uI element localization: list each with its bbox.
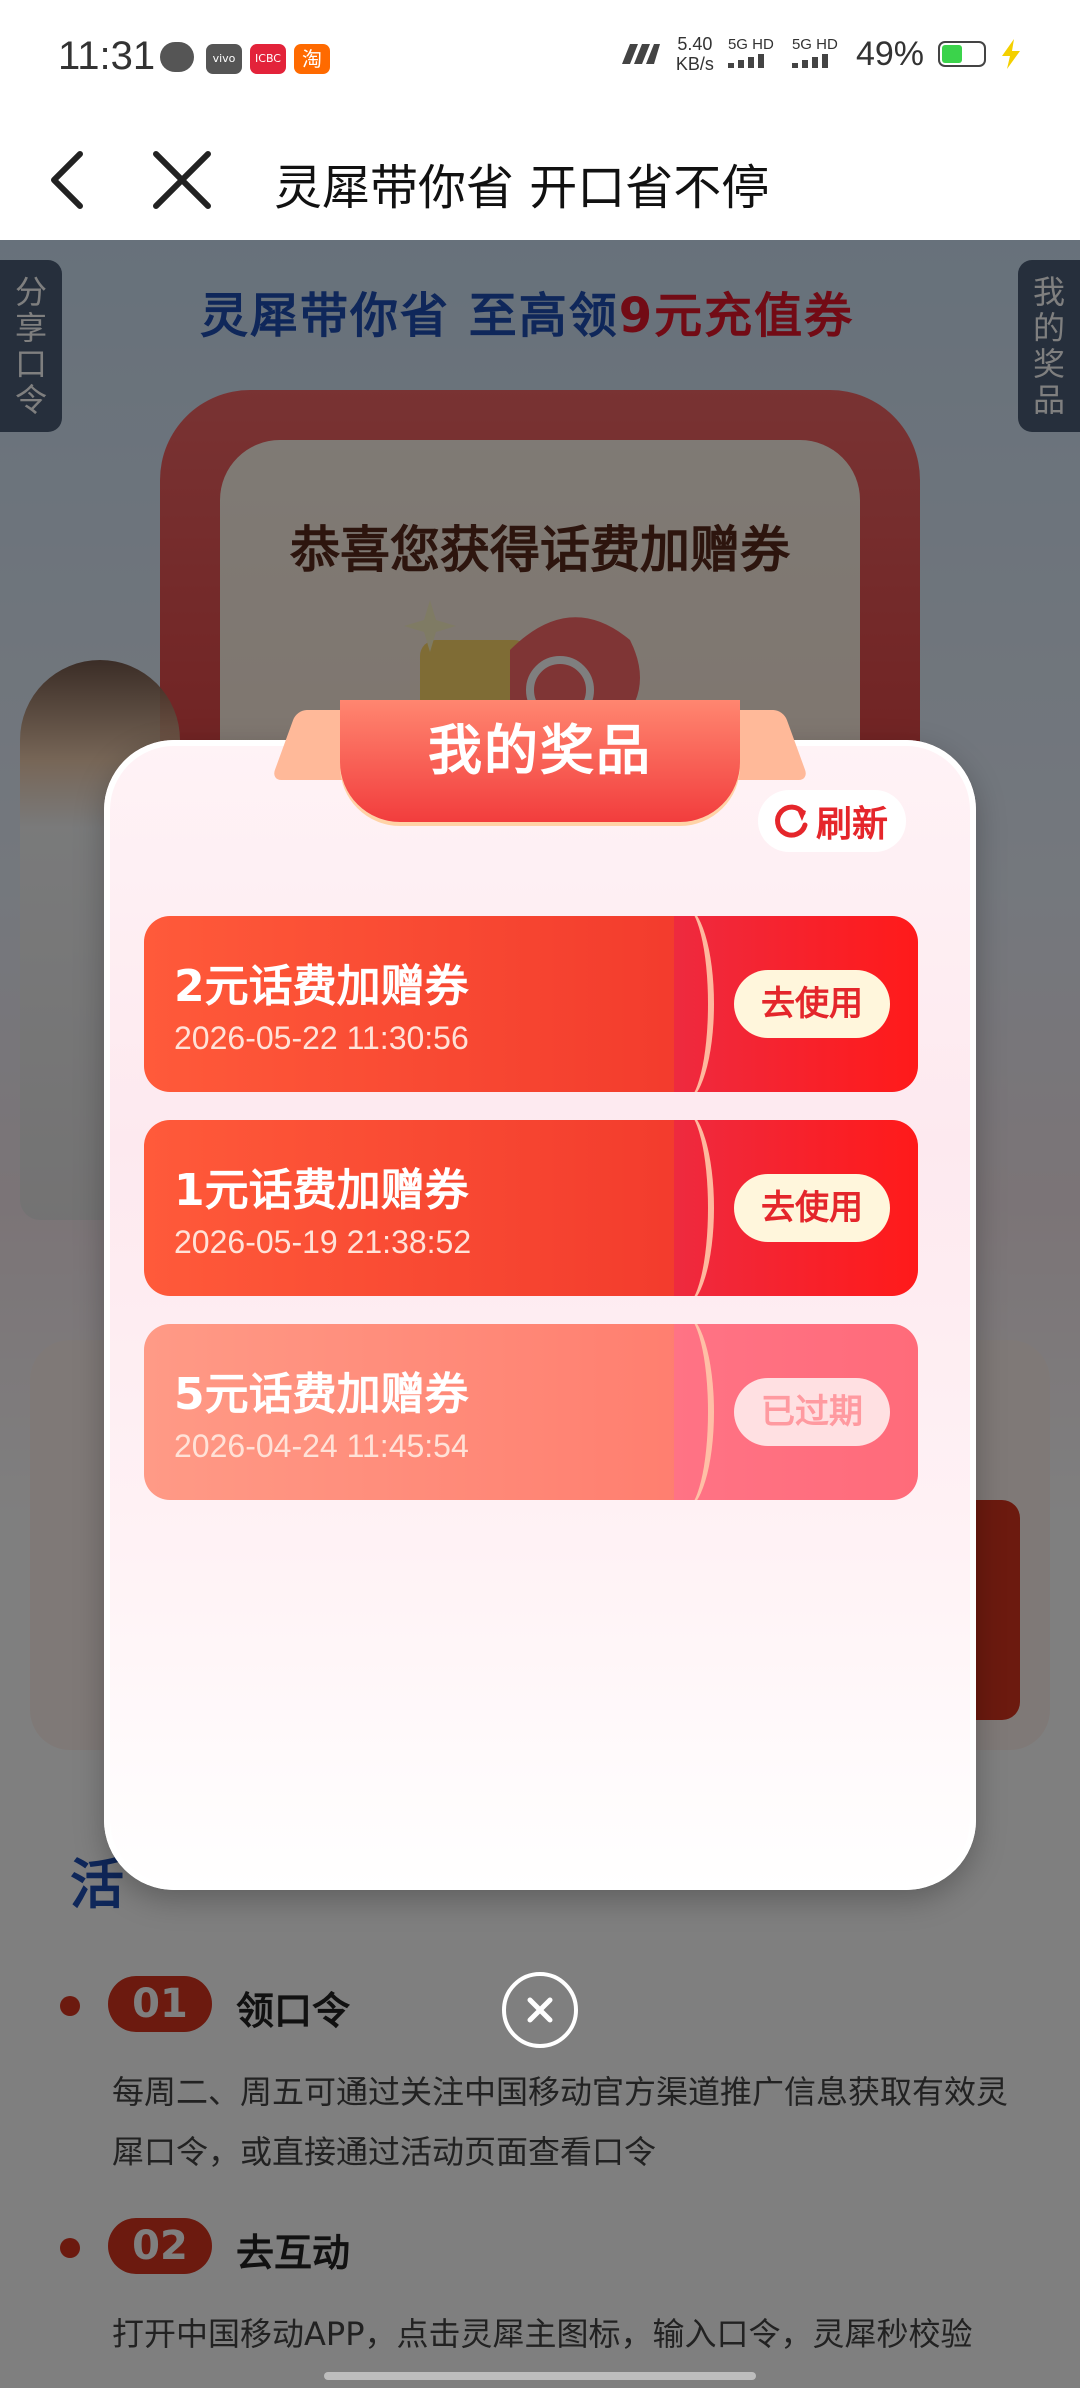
sim1-label: 5G HD [727, 35, 774, 53]
refresh-button[interactable]: 刷新 [757, 790, 906, 852]
taobao-badge-text: 淘 [302, 47, 322, 71]
page-title: 灵犀带你省 开口省不停 [274, 160, 770, 216]
sim2-status: 5G HD [791, 35, 842, 73]
use-coupon-button[interactable]: 去使用 [734, 1174, 890, 1242]
sim2-signal-icon [791, 53, 828, 68]
my-prizes-modal: 我的奖品 刷新 2元话费加赠券 2026-05-22 11:30:56 去使用 … [104, 700, 976, 1890]
coupon-card-expired: 5元话费加赠券 2026-04-24 11:45:54 已过期 [144, 1324, 918, 1500]
coupon-name: 5元话费加赠券 [174, 1369, 469, 1420]
coupon-card: 2元话费加赠券 2026-05-22 11:30:56 去使用 [144, 916, 918, 1092]
battery-icon [938, 41, 986, 67]
use-coupon-button[interactable]: 去使用 [734, 970, 890, 1038]
close-circle-icon [527, 1997, 553, 2023]
network-speed: 5.40 KB/s [676, 34, 714, 74]
network-speed-unit: KB/s [675, 54, 714, 74]
taobao-notification-icon: 淘 [294, 44, 330, 74]
refresh-icon [775, 804, 808, 838]
status-time: 11:31 [58, 34, 156, 78]
battery-fill [942, 45, 963, 63]
vivo-badge-text: vivo [212, 52, 236, 65]
sim1-status: 5G HD [727, 35, 778, 73]
coupon-time: 2026-05-22 11:30:56 [174, 1020, 469, 1056]
coupon-card: 1元话费加赠券 2026-05-19 21:38:52 去使用 [144, 1120, 918, 1296]
network-speed-value: 5.40 [677, 34, 713, 54]
icbc-notification-icon: ICBC [250, 44, 286, 74]
close-icon [153, 151, 211, 209]
vivo-notification-icon: vivo [206, 44, 242, 74]
signal-strength-icon [621, 44, 660, 64]
back-button[interactable] [30, 138, 114, 222]
coupon-time: 2026-05-19 21:38:52 [174, 1224, 472, 1260]
home-indicator[interactable] [324, 2372, 756, 2380]
icbc-badge-text: ICBC [255, 52, 281, 65]
coupon-name: 2元话费加赠券 [174, 961, 469, 1012]
status-bar: 11:31 vivo ICBC 淘 5.40 KB/s 5G HD 5G HD … [0, 0, 1080, 120]
charging-icon [1002, 39, 1020, 69]
status-right-group: 5.40 KB/s 5G HD 5G HD 49% [616, 34, 1022, 74]
coupon-divider [654, 1324, 714, 1500]
modal-title-ribbon: 我的奖品 [340, 700, 740, 822]
expired-status-badge: 已过期 [734, 1378, 890, 1446]
coupon-divider [654, 1120, 714, 1296]
coupon-time: 2026-04-24 11:45:54 [174, 1428, 469, 1464]
close-modal-button[interactable] [502, 1972, 578, 2048]
chevron-left-icon [51, 151, 83, 209]
battery-percent: 49% [855, 34, 924, 73]
title-bar: 灵犀带你省 开口省不停 [0, 120, 1080, 240]
coupon-divider [654, 916, 714, 1092]
modal-title: 我的奖品 [428, 719, 652, 782]
close-button[interactable] [140, 138, 224, 222]
sim1-signal-icon [727, 53, 764, 68]
message-notification-icon [160, 42, 194, 72]
refresh-label: 刷新 [815, 804, 888, 845]
sim2-label: 5G HD [791, 35, 838, 53]
coupon-name: 1元话费加赠券 [174, 1165, 469, 1216]
